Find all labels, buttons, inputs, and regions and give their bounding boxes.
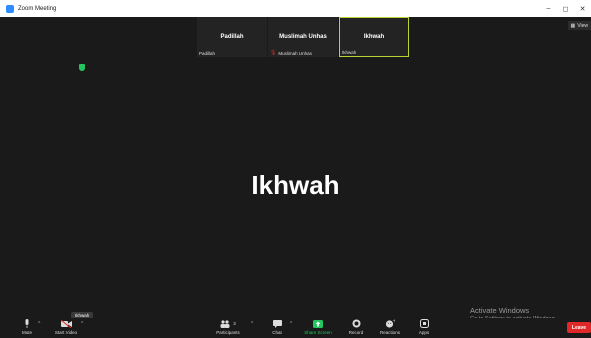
participant-display-name: Ikhwah [363, 34, 385, 40]
mic-muted-icon: 🎙︎ [270, 50, 277, 56]
video-options-chevron-icon[interactable]: ^ [81, 321, 83, 327]
participant-label: 🎙︎ Muslimah Unhas [270, 50, 312, 56]
participants-label: Participants [216, 330, 240, 335]
participant-label: Padillah [199, 51, 215, 56]
mute-label: Mute [21, 330, 32, 335]
chat-label: Chat [272, 330, 282, 335]
meeting-toolbar: Mute ^ Start Video ^ 3 Participants ^ Ch… [0, 318, 591, 338]
participant-strip: Padillah Padillah Muslimah Unhas 🎙︎ Musl… [197, 17, 410, 57]
security-shield-icon[interactable] [79, 64, 85, 71]
participants-button[interactable]: 3 Participants [208, 318, 248, 335]
participant-label-text: Muslimah Unhas [278, 50, 312, 56]
participant-tile-active[interactable]: Ikhwah Ikhwah [339, 17, 409, 57]
leave-button[interactable]: Leave [567, 322, 591, 333]
mute-button[interactable]: Mute [7, 318, 47, 335]
svg-text:+: + [393, 319, 396, 323]
share-screen-icon [298, 318, 338, 329]
chat-options-chevron-icon[interactable]: ^ [290, 321, 292, 327]
window-title: Zoom Meeting [18, 5, 57, 12]
share-screen-label: Share Screen [304, 330, 332, 335]
maximize-button[interactable]: ◻ [557, 0, 574, 17]
participants-count: 3 [233, 321, 236, 326]
microphone-icon [7, 318, 47, 329]
participant-display-name: Muslimah Unhas [279, 34, 327, 40]
apps-label: Apps [418, 330, 430, 335]
apps-icon [404, 318, 444, 329]
video-off-icon [46, 318, 86, 329]
participants-options-chevron-icon[interactable]: ^ [251, 321, 253, 327]
view-button-label: View [577, 22, 588, 29]
start-video-label: Start Video [54, 330, 78, 335]
participant-label-text: Ikhwah [342, 50, 357, 55]
active-speaker-name: Ikhwah [251, 170, 340, 200]
view-button[interactable]: ▦ View [567, 21, 591, 30]
title-bar: Zoom Meeting – ◻ ✕ [0, 0, 591, 17]
minimize-button[interactable]: – [540, 0, 557, 17]
participant-label: Ikhwah [342, 50, 356, 55]
close-button[interactable]: ✕ [574, 0, 591, 17]
apps-button[interactable]: Apps [404, 318, 444, 335]
meeting-stage [0, 17, 591, 309]
participant-tile[interactable]: Padillah Padillah [197, 17, 267, 57]
start-video-button[interactable]: Start Video [46, 318, 86, 335]
watermark-title: Activate Windows [470, 306, 530, 315]
share-screen-button[interactable]: Share Screen [298, 318, 338, 335]
grid-icon: ▦ [570, 22, 576, 29]
window-controls: – ◻ ✕ [540, 0, 591, 17]
participants-icon: 3 [208, 318, 248, 329]
participant-display-name: Padillah [220, 34, 244, 40]
participant-label-text: Padillah [199, 51, 216, 56]
participant-tile[interactable]: Muslimah Unhas 🎙︎ Muslimah Unhas [268, 17, 338, 57]
audio-options-chevron-icon[interactable]: ^ [38, 321, 40, 327]
zoom-app-icon [6, 4, 14, 13]
